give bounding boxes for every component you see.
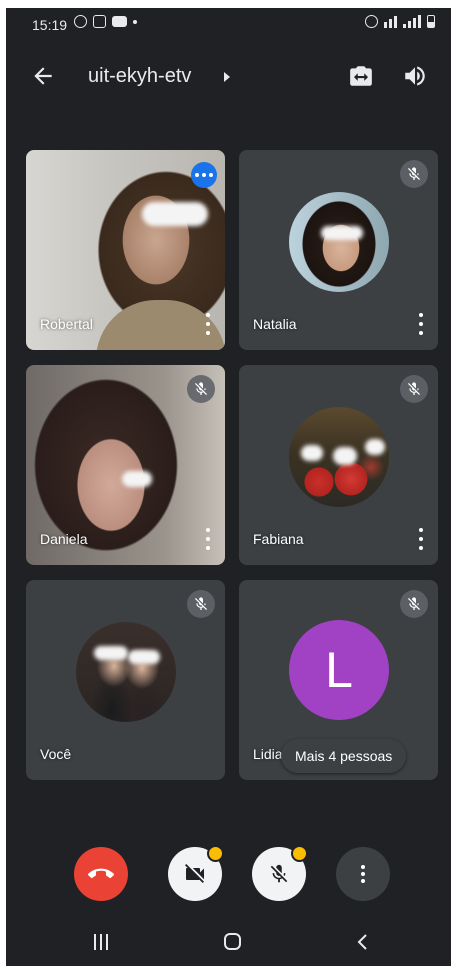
caret-right-icon[interactable] bbox=[224, 72, 230, 82]
speaker-icon[interactable] bbox=[402, 63, 428, 89]
mic-off-icon bbox=[187, 375, 215, 403]
speaking-indicator-icon bbox=[191, 162, 217, 188]
participant-name: Natalia bbox=[253, 316, 297, 332]
more-vert-icon bbox=[361, 865, 365, 883]
notification-icons bbox=[74, 15, 137, 28]
camera-off-icon bbox=[185, 864, 204, 883]
more-participants-chip[interactable]: Mais 4 pessoas bbox=[281, 739, 407, 773]
participant-avatar bbox=[288, 192, 389, 292]
system-nav-bar bbox=[6, 920, 451, 966]
face-blur bbox=[142, 202, 208, 226]
mic-off-icon bbox=[400, 375, 428, 403]
wifi-signal-icon bbox=[384, 16, 397, 28]
participant-avatar bbox=[75, 622, 176, 722]
status-time: 15:19 bbox=[32, 17, 68, 33]
battery-icon bbox=[427, 15, 435, 28]
home-icon[interactable] bbox=[224, 933, 241, 950]
end-call-button[interactable] bbox=[74, 847, 128, 901]
nav-back-icon[interactable] bbox=[356, 934, 368, 950]
face-blur bbox=[122, 471, 152, 487]
warning-badge-icon bbox=[207, 845, 224, 862]
more-options-button[interactable] bbox=[336, 847, 390, 901]
face-blur bbox=[320, 226, 363, 240]
participant-tile-self[interactable]: Você bbox=[26, 580, 225, 780]
participant-tile-natalia[interactable]: Natalia bbox=[239, 150, 438, 350]
whatsapp-icon bbox=[74, 15, 87, 28]
participant-tile-daniela[interactable]: Daniela bbox=[26, 365, 225, 565]
instagram-icon bbox=[93, 15, 106, 28]
phone-hangup-icon bbox=[88, 868, 114, 879]
participant-tile-robertal[interactable]: Robertal bbox=[26, 150, 225, 350]
mic-toggle-button[interactable] bbox=[252, 845, 308, 901]
more-vert-icon[interactable] bbox=[414, 313, 428, 335]
arrow-left-icon[interactable] bbox=[30, 63, 56, 89]
participant-name: Fabiana bbox=[253, 531, 304, 547]
cell-signal-icon bbox=[403, 15, 421, 28]
participant-name: Robertal bbox=[40, 316, 93, 332]
face-blur bbox=[93, 646, 128, 660]
participant-avatar bbox=[288, 407, 389, 507]
more-vert-icon[interactable] bbox=[414, 528, 428, 550]
call-controls bbox=[6, 843, 451, 905]
participant-name: Lidia bbox=[253, 746, 283, 762]
call-header: uit-ekyh-etv bbox=[6, 48, 451, 104]
mic-off-icon bbox=[187, 590, 215, 618]
status-bar: 15:19 bbox=[6, 8, 451, 40]
participant-name: Daniela bbox=[40, 531, 88, 547]
letter-avatar: L bbox=[289, 620, 389, 720]
switch-camera-icon[interactable] bbox=[348, 63, 374, 89]
mic-off-icon bbox=[400, 160, 428, 188]
face-blur bbox=[127, 650, 160, 664]
mic-off-icon bbox=[400, 590, 428, 618]
face-blur bbox=[364, 439, 385, 455]
warning-badge-icon bbox=[291, 845, 308, 862]
participant-name: Você bbox=[40, 746, 72, 762]
more-vert-icon[interactable] bbox=[201, 528, 215, 550]
phone-screen: 15:19 uit-ekyh-etv Robertal Natalia Dani… bbox=[6, 8, 451, 966]
system-icons bbox=[365, 15, 435, 28]
youtube-icon bbox=[112, 16, 127, 27]
recent-apps-icon[interactable] bbox=[94, 934, 108, 950]
mic-off-icon bbox=[270, 864, 288, 883]
meeting-code[interactable]: uit-ekyh-etv bbox=[88, 65, 191, 88]
face-blur bbox=[332, 447, 357, 465]
more-vert-icon[interactable] bbox=[201, 313, 215, 335]
face-blur bbox=[300, 445, 323, 461]
alarm-icon bbox=[365, 15, 378, 28]
camera-toggle-button[interactable] bbox=[168, 845, 224, 901]
participant-tile-fabiana[interactable]: Fabiana bbox=[239, 365, 438, 565]
more-notifications-icon bbox=[133, 19, 137, 24]
participant-tile-lidia[interactable]: L Lidia Mais 4 pessoas bbox=[239, 580, 438, 780]
